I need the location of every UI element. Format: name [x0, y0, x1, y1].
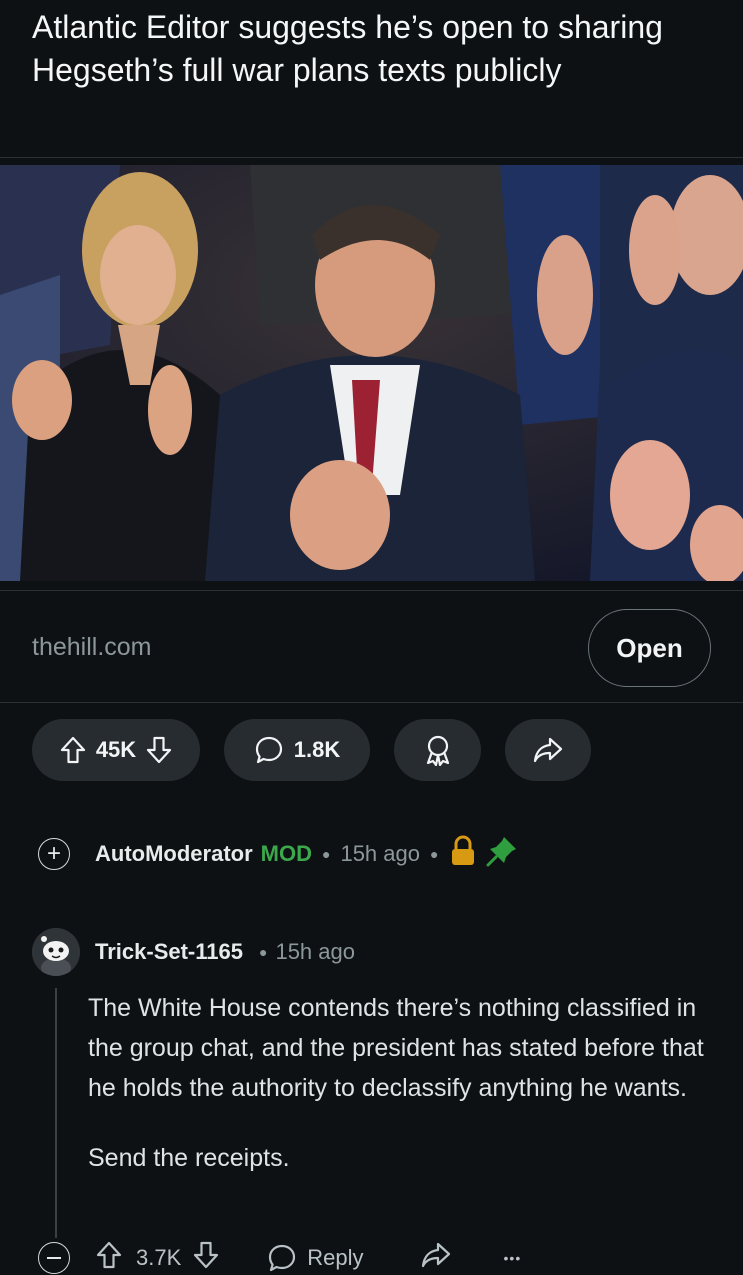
automod-comment-collapsed[interactable]: + AutoModerator MOD ● 15h ago ● — [38, 835, 518, 873]
link-bar[interactable]: thehill.com Open — [0, 590, 743, 702]
upvote-icon[interactable] — [60, 736, 86, 764]
post-title[interactable]: Atlantic Editor suggests he’s open to sh… — [32, 6, 722, 92]
divider — [0, 157, 743, 158]
comments-button[interactable]: 1.8K — [224, 719, 370, 781]
comment-paragraph: Send the receipts. — [88, 1144, 290, 1172]
comment-bubble-icon — [269, 1244, 296, 1272]
comment-bubble-icon — [254, 735, 284, 765]
post-vote-count: 45K — [95, 737, 137, 762]
share-icon[interactable] — [420, 1241, 452, 1275]
post-image[interactable] — [0, 165, 743, 581]
snoo-avatar-icon — [32, 928, 80, 976]
separator-dot: ● — [258, 944, 268, 960]
downvote-icon[interactable] — [193, 1241, 219, 1275]
mod-badge: MOD — [260, 841, 312, 866]
separator-dot: ● — [321, 846, 331, 862]
reply-button[interactable]: Reply — [267, 1243, 364, 1273]
comment-vote-count: 3.7K — [136, 1245, 182, 1270]
automod-time: 15h ago — [340, 841, 420, 866]
pin-icon — [486, 835, 518, 873]
more-options-icon[interactable]: ••• — [504, 1250, 522, 1266]
expand-icon[interactable]: + — [38, 838, 70, 870]
avatar[interactable] — [32, 928, 80, 976]
separator-dot: ● — [429, 846, 439, 862]
automod-username[interactable]: AutoModerator — [95, 841, 253, 867]
open-link-button[interactable]: Open — [588, 609, 711, 687]
award-icon — [423, 734, 453, 766]
lock-icon — [450, 835, 476, 873]
link-domain[interactable]: thehill.com — [32, 633, 152, 662]
collapse-icon[interactable] — [38, 1242, 70, 1274]
comment-time: 15h ago — [275, 939, 355, 964]
share-icon — [532, 736, 564, 764]
comment-header: Trick-Set-1165 ● 15h ago — [32, 928, 355, 976]
reply-label: Reply — [307, 1245, 364, 1270]
comment-actions: 3.7K Reply ••• — [38, 1238, 521, 1275]
comment-username[interactable]: Trick-Set-1165 — [95, 939, 243, 965]
comment-paragraph: The White House contends there’s nothing… — [88, 994, 704, 1102]
upvote-icon[interactable] — [96, 1241, 122, 1275]
share-button[interactable] — [505, 719, 591, 781]
comment-body: The White House contends there’s nothing… — [88, 988, 718, 1178]
post-vote-pill: 45K — [32, 719, 200, 781]
post-image-illustration — [0, 165, 743, 581]
divider — [0, 702, 743, 703]
comment-count: 1.8K — [293, 737, 341, 762]
award-button[interactable] — [394, 719, 481, 781]
downvote-icon[interactable] — [146, 736, 172, 764]
thread-line[interactable] — [55, 988, 57, 1238]
